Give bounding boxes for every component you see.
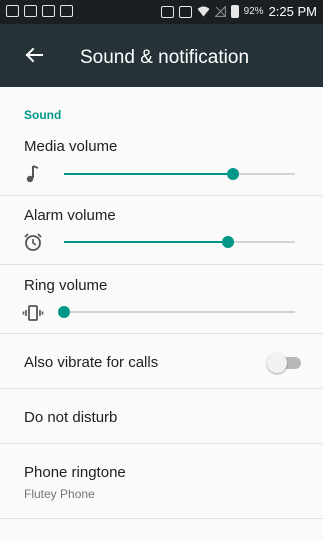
page-title: Sound & notification: [80, 47, 250, 68]
divider: [0, 388, 323, 389]
divider: [0, 518, 323, 519]
section-header-sound: Sound: [24, 108, 62, 122]
divider: [0, 264, 323, 265]
media-volume-label: Media volume: [24, 138, 118, 155]
arrow-back-icon[interactable]: [20, 41, 48, 69]
phone-ringtone-item[interactable]: Phone ringtone: [24, 464, 126, 481]
music-note-icon: [26, 165, 39, 183]
image-icon: [42, 5, 55, 17]
vibrate-icon: [22, 305, 44, 321]
battery-icon: [230, 5, 239, 18]
do-not-disturb-item[interactable]: Do not disturb: [24, 409, 117, 426]
divider: [0, 443, 323, 444]
vibrate-icon: [178, 5, 192, 18]
media-volume-slider[interactable]: [64, 164, 295, 184]
vibrate-for-calls-toggle[interactable]: [267, 353, 303, 373]
notification-icons: [6, 5, 73, 17]
battery-percent: 92%: [243, 6, 264, 17]
slider-fill: [64, 241, 228, 243]
ring-volume-label: Ring volume: [24, 277, 108, 294]
divider: [0, 333, 323, 334]
status-bar: 92% 2:25 PM: [0, 0, 323, 24]
slider-thumb[interactable]: [222, 236, 234, 248]
slider-thumb[interactable]: [58, 306, 70, 318]
vibrate-for-calls-label[interactable]: Also vibrate for calls: [24, 354, 158, 371]
app-bar: Sound & notification: [0, 24, 323, 87]
clock: 2:25 PM: [268, 4, 317, 19]
cast-icon: [60, 5, 73, 17]
alarm-icon: [24, 233, 42, 251]
ring-volume-slider[interactable]: [58, 302, 295, 322]
mail-icon: [24, 5, 37, 17]
divider: [0, 195, 323, 196]
slider-fill: [64, 173, 233, 175]
system-icons: 92% 2:25 PM: [160, 4, 317, 19]
alarm-volume-slider[interactable]: [64, 232, 295, 252]
slider-thumb[interactable]: [226, 168, 239, 180]
signal-icon: [214, 6, 226, 17]
phone-ringtone-value: Flutey Phone: [24, 487, 95, 501]
nfc-icon: [160, 5, 174, 18]
messaging-icon: [6, 5, 19, 17]
slider-track: [64, 311, 295, 313]
toggle-thumb: [267, 353, 287, 373]
alarm-volume-label: Alarm volume: [24, 207, 116, 224]
wifi-icon: [197, 6, 210, 17]
